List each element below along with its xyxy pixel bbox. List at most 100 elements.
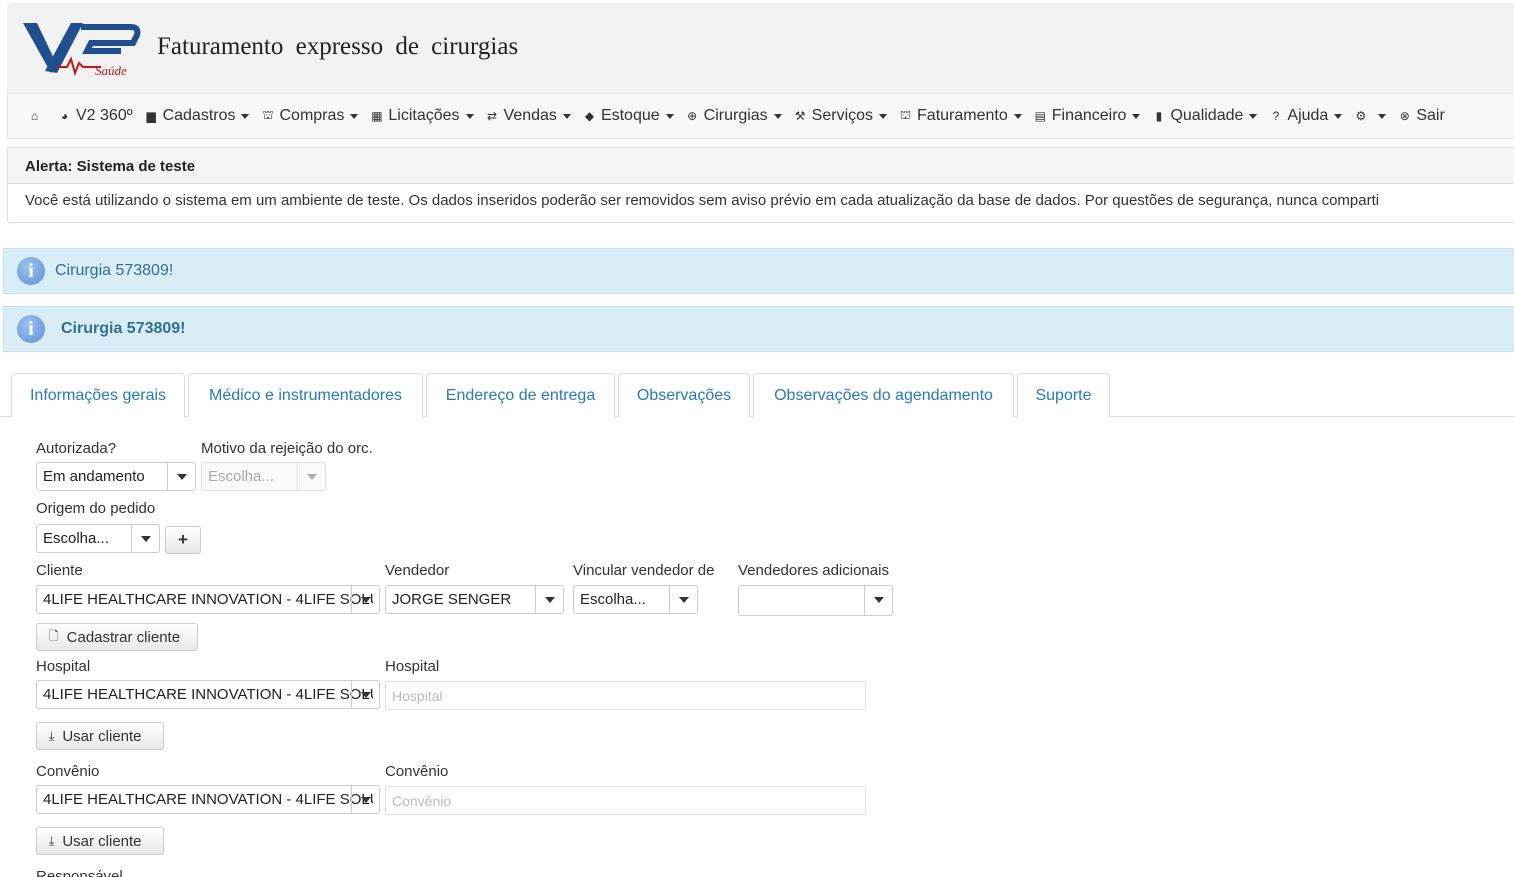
cliente-select[interactable]: 4LIFE HEALTHCARE INNOVATION - 4LIFE SOLU…	[36, 585, 380, 614]
page-title: Faturamento expresso de cirurgias	[157, 33, 519, 60]
tab-observacoes[interactable]: Observações	[618, 373, 750, 417]
convenio-select-label: Convênio	[36, 763, 100, 780]
nav-item-ajuda[interactable]: ? Ajuda	[1269, 107, 1343, 125]
nav-item-compras[interactable]: ⛫ Compras	[261, 107, 359, 125]
nav-item-estoque[interactable]: ◆ Estoque	[583, 107, 674, 125]
info-message-text: Cirurgia 573809!	[61, 320, 186, 337]
nav-item-cadastros[interactable]: ▆ Cadastros	[145, 107, 250, 125]
chevron-down-icon	[351, 586, 379, 613]
download-icon: ⤓	[49, 728, 55, 743]
gear-icon: ⚙	[1355, 109, 1367, 123]
caret-down-icon	[1378, 113, 1387, 119]
nav-item-servi-os[interactable]: ⚒ Serviços	[794, 107, 888, 125]
hospital-value: 4LIFE HEALTHCARE INNOVATION - 4LIFE SOLU…	[43, 686, 373, 703]
add-origem-button[interactable]: +	[165, 526, 201, 554]
usar-cliente-convenio-button[interactable]: ⤓ Usar cliente	[36, 827, 164, 855]
nav-item-vendas[interactable]: ⇄ Vendas	[486, 107, 571, 125]
adicionais-label: Vendedores adicionais	[738, 562, 889, 579]
institution-icon: ⛫	[900, 108, 912, 122]
hospital-input[interactable]: Hospital	[385, 681, 866, 710]
download-icon: ⤓	[49, 833, 55, 848]
usar-cliente-hospital-button[interactable]: ⤓ Usar cliente	[36, 722, 164, 750]
institution-icon: ⛫	[262, 108, 274, 122]
hospital-select[interactable]: 4LIFE HEALTHCARE INNOVATION - 4LIFE SOLU…	[36, 680, 380, 709]
pie-chart-icon: ◕	[60, 109, 69, 123]
nav-item-licita-es[interactable]: ▦ Licitações	[370, 107, 474, 125]
info-message-text: Cirurgia 573809!	[55, 262, 174, 279]
convenio-select[interactable]: 4LIFE HEALTHCARE INNOVATION - 4LIFE SOLU…	[36, 785, 380, 814]
caret-down-icon	[350, 113, 359, 119]
info-icon: i	[17, 315, 45, 343]
nav-item-label: Licitações	[388, 107, 460, 124]
convenio-input[interactable]: Convênio	[385, 786, 866, 815]
cadastrar-cliente-label: Cadastrar cliente	[66, 628, 181, 646]
app-header: Saúde Faturamento expresso de cirurgias	[7, 3, 1514, 93]
vendedor-label: Vendedor	[385, 562, 450, 579]
v2-saude-logo: Saúde	[23, 23, 141, 77]
book-icon: ▮	[1155, 109, 1163, 123]
nav-item-label: Vendas	[503, 107, 557, 124]
close-circle-icon: ⊗	[1399, 109, 1410, 123]
nav-item-label: Estoque	[600, 107, 660, 124]
nav-item-sair[interactable]: ⊗ Sair	[1398, 107, 1445, 125]
hospital-select-label: Hospital	[36, 658, 91, 675]
info-icon: i	[17, 257, 45, 285]
tab-endereco-entrega[interactable]: Endereço de entrega	[426, 373, 615, 417]
tab-suporte[interactable]: Suporte	[1017, 373, 1110, 417]
nav-item-home[interactable]: ⌂	[28, 109, 46, 123]
nav-item-cirurgias[interactable]: ⊕ Cirurgias	[686, 107, 782, 125]
exchange-icon: ⇄	[487, 109, 498, 123]
nav-item-label: Compras	[279, 107, 345, 124]
origem-label: Origem do pedido	[36, 500, 156, 517]
nav-item-label: Cirurgias	[703, 107, 768, 124]
wrench-icon: ⚒	[794, 109, 806, 123]
chevron-down-icon	[864, 586, 892, 615]
caret-down-icon	[241, 113, 250, 119]
nav-item-gear[interactable]: ⚙	[1354, 109, 1387, 123]
nav-item-faturamento[interactable]: ⛫ Faturamento	[899, 107, 1022, 125]
origem-select[interactable]: Escolha...	[36, 524, 160, 553]
vincular-label: Vincular vendedor de	[573, 562, 715, 579]
nav-item-label: Sair	[1416, 107, 1445, 124]
caret-down-icon	[1013, 113, 1022, 119]
nav-item-label: Serviços	[811, 107, 874, 124]
vendedores-adicionais-select[interactable]	[738, 585, 893, 616]
caret-down-icon	[1132, 113, 1141, 119]
nav-item-label: Financeiro	[1051, 107, 1127, 124]
tab-informacoes-gerais[interactable]: Informações gerais	[11, 373, 185, 418]
save-icon: ▆	[146, 109, 156, 123]
nav-item-label: V2 360º	[76, 107, 133, 124]
alert-body: Você está utilizando o sistema em um amb…	[25, 192, 1380, 209]
chevron-down-icon	[351, 786, 379, 813]
cadastrar-cliente-button[interactable]: 🗋 Cadastrar cliente	[36, 623, 198, 651]
nav-item-qualidade[interactable]: ▮ Qualidade	[1152, 107, 1258, 125]
caret-down-icon	[1249, 113, 1258, 119]
nav-item-v2-360-[interactable]: ◕ V2 360º	[58, 107, 133, 125]
nav-item-label: Ajuda	[1287, 107, 1329, 124]
hospital-text-label: Hospital	[385, 658, 440, 675]
chevron-down-icon	[297, 463, 325, 490]
vincular-select[interactable]: Escolha...	[573, 585, 698, 614]
caret-down-icon	[562, 113, 571, 119]
home-icon: ⌂	[30, 109, 39, 123]
convenio-text-label: Convênio	[385, 763, 449, 780]
motivo-label: Motivo da rejeição do orc.	[201, 440, 373, 457]
calculator-icon: ▤	[1034, 109, 1046, 123]
chevron-down-icon	[669, 586, 697, 613]
convenio-value: 4LIFE HEALTHCARE INNOVATION - 4LIFE SOLU…	[43, 791, 373, 808]
test-system-alert: Alerta: Sistema de teste Você está utili…	[7, 147, 1514, 223]
chevron-down-icon	[131, 525, 159, 552]
tab-bar: Informações gerais Médico e instrumentad…	[0, 373, 1514, 418]
nav-item-financeiro[interactable]: ▤ Financeiro	[1034, 107, 1141, 125]
main-navbar: ⌂ ◕ V2 360º ▆ Cadastros ⛫ Compras ▦ Licitações ⇄ V…	[7, 93, 1514, 139]
question-icon: ?	[1272, 109, 1280, 123]
nav-item-label: Qualidade	[1170, 107, 1244, 124]
caret-down-icon	[665, 113, 674, 119]
file-icon: 🗋	[49, 628, 59, 643]
tab-medico-instrumentadores[interactable]: Médico e instrumentadores	[188, 373, 423, 417]
responsavel-label: Responsável	[36, 868, 123, 877]
tab-observacoes-agendamento[interactable]: Observações do agendamento	[753, 373, 1014, 417]
autorizada-select[interactable]: Em andamento	[36, 462, 196, 491]
vendedor-select[interactable]: JORGE SENGER	[385, 585, 564, 614]
logo-text: Saúde	[95, 63, 127, 77]
